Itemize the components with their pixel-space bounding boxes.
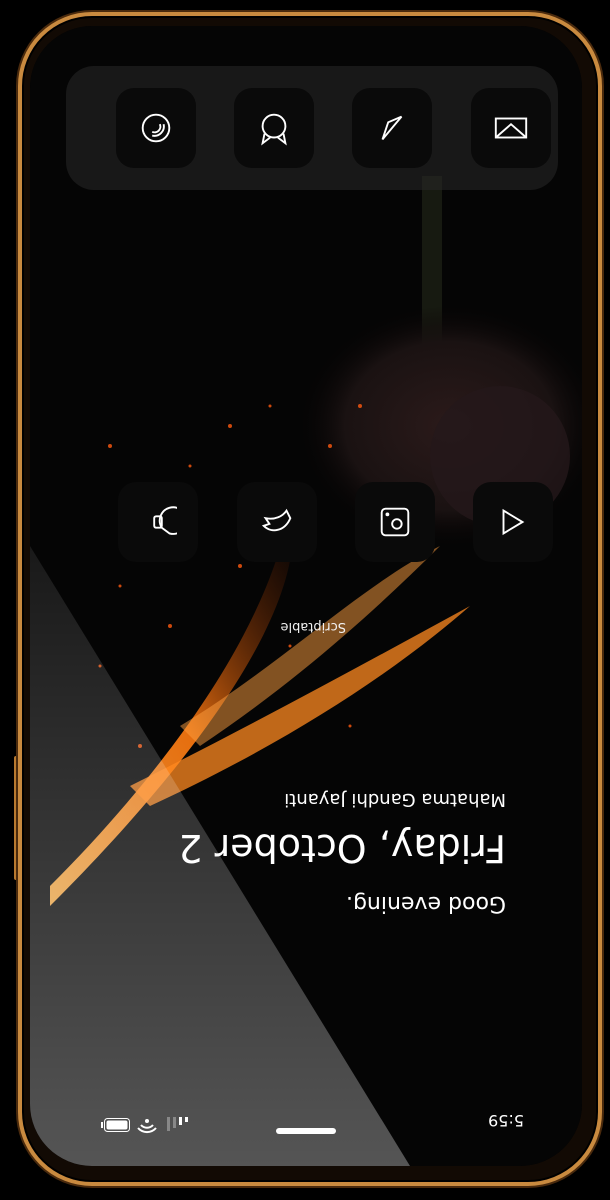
photos-icon	[494, 117, 528, 139]
shortcut-icon	[153, 506, 177, 535]
ui-layer: 5:59 Good evening. Friday, October 2 Mah…	[30, 26, 582, 1166]
date-label: Friday, October 2	[178, 826, 506, 870]
play-icon	[502, 508, 525, 536]
phone-screen: 5:59 Good evening. Friday, October 2 Mah…	[30, 26, 582, 1166]
shortcut-app[interactable]	[473, 482, 553, 562]
wifi-icon	[136, 1118, 158, 1134]
camera-icon	[380, 507, 410, 537]
home-indicator[interactable]	[276, 1128, 336, 1134]
podcast-app[interactable]	[116, 88, 196, 168]
event-label: Mahatma Gandhi Jayanti	[284, 789, 506, 810]
signal-icon	[166, 1117, 188, 1132]
app-label-scriptable: Scriptable	[280, 619, 346, 634]
podcast-icon	[141, 113, 171, 143]
greeting: Good evening.	[346, 891, 506, 916]
status-time: 5:59	[488, 1111, 524, 1130]
cat-icon	[261, 113, 287, 146]
compass-icon	[381, 115, 403, 141]
cat-app[interactable]	[234, 88, 314, 168]
battery-icon	[100, 1118, 130, 1133]
photos-app[interactable]	[471, 88, 551, 168]
compass-app[interactable]	[352, 88, 432, 168]
bird-app[interactable]	[237, 482, 317, 562]
camera-app[interactable]	[355, 482, 435, 562]
bird-icon	[261, 508, 292, 532]
scriptable-app[interactable]	[118, 482, 198, 562]
